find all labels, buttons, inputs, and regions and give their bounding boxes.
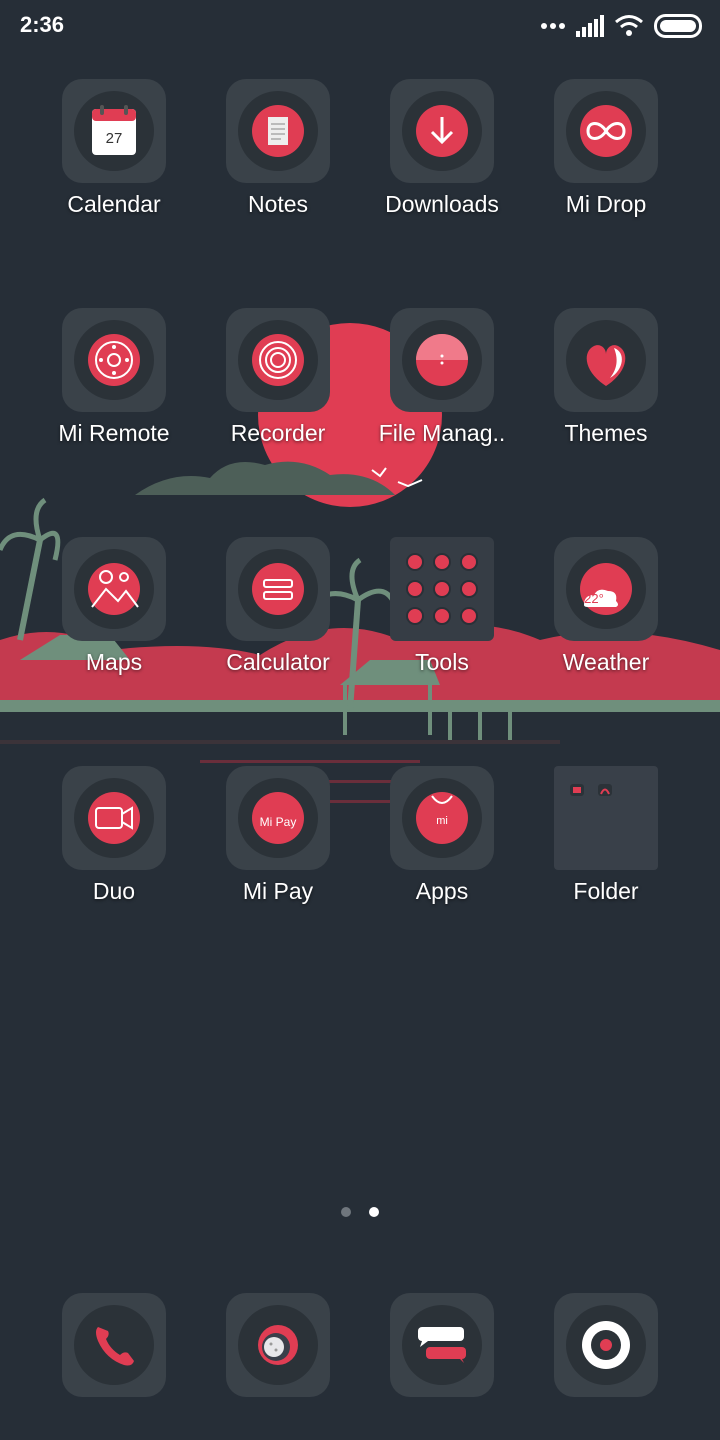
notes-icon: [268, 117, 288, 145]
app-label: Themes: [564, 420, 648, 446]
infinity-icon: [586, 122, 626, 140]
app-label: Tools: [415, 649, 469, 675]
app-label: File Manag..: [378, 420, 506, 446]
app-tools[interactable]: Tools: [367, 537, 517, 687]
app-tile: [226, 79, 330, 183]
app-label: Apps: [415, 878, 469, 904]
dock-phone[interactable]: [39, 1293, 189, 1403]
app-recorder[interactable]: Recorder: [203, 308, 353, 458]
page-dot-2-active[interactable]: [369, 1207, 379, 1217]
app-notes[interactable]: Notes: [203, 79, 353, 229]
app-tile: [390, 308, 494, 412]
app-calculator[interactable]: Calculator: [203, 537, 353, 687]
app-label: Weather: [562, 649, 650, 675]
calendar-day: 27: [106, 130, 123, 147]
map-icon: [91, 570, 139, 608]
weather-icon: 22°: [584, 589, 618, 607]
apps-logo-text: mi: [436, 815, 448, 827]
app-label: Recorder: [230, 420, 326, 446]
mi-pay-logo-text: Mi Pay: [260, 815, 297, 829]
download-icon: [430, 117, 454, 145]
battery-icon: [654, 14, 702, 38]
more-dots-icon: [541, 23, 565, 29]
camera-icon: [582, 1321, 630, 1369]
dock-browser[interactable]: [203, 1293, 353, 1403]
app-tile: [62, 766, 166, 870]
themes-icon: [586, 345, 626, 386]
app-label: Downloads: [385, 191, 499, 217]
weather-temperature: 22°: [584, 591, 604, 606]
app-tile: [390, 79, 494, 183]
app-label: Calendar: [67, 191, 161, 217]
app-label: Folder: [573, 878, 639, 904]
app-mi-drop[interactable]: Mi Drop: [531, 79, 681, 229]
app-mi-pay[interactable]: Mi Pay Mi Pay: [203, 766, 353, 916]
app-label: Calculator: [226, 649, 330, 675]
folder-grid-icon: [554, 766, 658, 870]
tools-folder-icon: [390, 537, 494, 641]
app-weather[interactable]: 22° Weather: [531, 537, 681, 687]
page-dot-1[interactable]: [341, 1207, 351, 1217]
app-tile: [226, 1293, 330, 1397]
mi-pay-icon: Mi Pay: [260, 815, 297, 829]
app-tile: mi: [390, 766, 494, 870]
app-tile: [62, 537, 166, 641]
wifi-icon: [615, 15, 643, 36]
dock-messages[interactable]: [367, 1293, 517, 1403]
dock-camera[interactable]: [531, 1293, 681, 1403]
app-tile: [390, 1293, 494, 1397]
browser-icon: [258, 1325, 298, 1365]
video-camera-icon: [95, 806, 133, 830]
signal-icon: [576, 15, 604, 37]
app-calendar[interactable]: 27 Calendar: [39, 79, 189, 229]
app-apps[interactable]: mi Apps: [367, 766, 517, 916]
calendar-icon: 27: [92, 105, 136, 155]
app-label: Notes: [247, 191, 309, 217]
app-label: Mi Remote: [58, 420, 170, 446]
folder-icon: [416, 334, 468, 365]
phone-icon: [96, 1327, 134, 1366]
app-tile: [226, 308, 330, 412]
store-bag-icon: mi: [431, 795, 453, 827]
record-icon: [259, 341, 297, 379]
app-themes[interactable]: Themes: [531, 308, 681, 458]
app-tile: 22°: [554, 537, 658, 641]
app-maps[interactable]: Maps: [39, 537, 189, 687]
calculator-icon: [263, 579, 293, 600]
app-label: Mi Pay: [242, 878, 314, 904]
app-folder[interactable]: Folder: [531, 766, 681, 916]
app-downloads[interactable]: Downloads: [367, 79, 517, 229]
status-time: 2:36: [20, 12, 65, 37]
app-tile: [554, 1293, 658, 1397]
app-label: Mi Drop: [565, 191, 647, 217]
app-label: Duo: [92, 878, 136, 904]
app-label: Maps: [85, 649, 143, 675]
app-duo[interactable]: Duo: [39, 766, 189, 916]
app-tile: [62, 308, 166, 412]
status-bar: 2:36: [0, 0, 720, 52]
app-tile: [226, 537, 330, 641]
remote-icon: [95, 341, 133, 379]
app-tile: [62, 1293, 166, 1397]
status-icons: [540, 12, 702, 40]
app-tile: Mi Pay: [226, 766, 330, 870]
page-indicator: [0, 1204, 720, 1220]
app-file-manager[interactable]: File Manag..: [367, 308, 517, 458]
app-tile: 27: [62, 79, 166, 183]
messages-icon: [418, 1327, 466, 1363]
app-mi-remote[interactable]: Mi Remote: [39, 308, 189, 458]
app-tile: [554, 79, 658, 183]
app-tile: [554, 308, 658, 412]
